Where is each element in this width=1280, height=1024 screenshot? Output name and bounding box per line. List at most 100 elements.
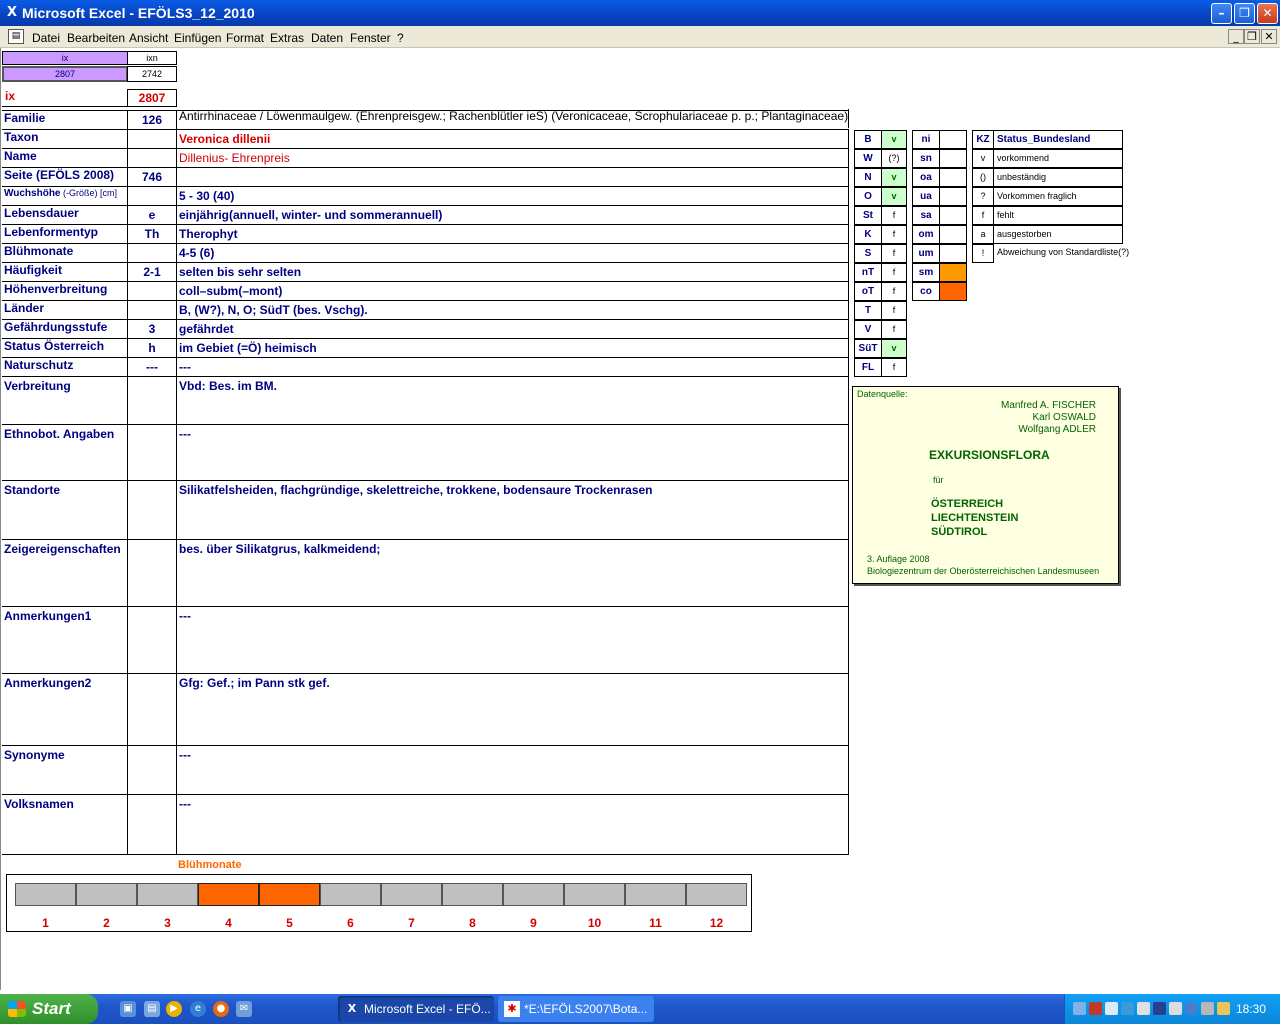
source-textbox[interactable]: Datenquelle: Manfred A. FISCHER Karl OSW…: [852, 386, 1119, 584]
worksheet[interactable]: ix ixn 2807 2742 ix 2807 Familie 126 Antir…: [0, 48, 1280, 990]
text-row-value-cell[interactable]: Silikatfelsheiden, flachgründige, skelet…: [177, 480, 849, 539]
close-button[interactable]: ✕: [1257, 3, 1278, 24]
menu-help[interactable]: ?: [397, 31, 404, 45]
bundesland-status[interactable]: v: [881, 339, 907, 358]
info-icon[interactable]: [1185, 1002, 1198, 1015]
minimize-button[interactable]: –: [1211, 3, 1232, 24]
row-value-cell[interactable]: selten bis sehr selten: [177, 262, 849, 281]
row-value-cell[interactable]: 5 - 30 (40): [177, 186, 849, 205]
text-row-code-cell[interactable]: [127, 539, 177, 606]
show-desktop-icon[interactable]: ▣: [120, 1001, 136, 1017]
row-value-cell[interactable]: im Gebiet (=Ö) heimisch: [177, 338, 849, 357]
security-icon[interactable]: [1089, 1002, 1102, 1015]
text-row-value-cell[interactable]: ---: [177, 794, 849, 854]
month-bar[interactable]: [320, 883, 381, 906]
hoehen-marker[interactable]: [939, 187, 967, 206]
text-row-value-cell[interactable]: ---: [177, 424, 849, 480]
menu-fenster[interactable]: Fenster: [350, 31, 391, 45]
media-player-icon[interactable]: ▶: [166, 1001, 182, 1017]
bundesland-status[interactable]: f: [881, 320, 907, 339]
row-code-cell[interactable]: [127, 129, 177, 148]
doc-close-button[interactable]: ✕: [1261, 29, 1277, 44]
text-row-code-cell[interactable]: [127, 376, 177, 424]
row-code-cell[interactable]: [127, 281, 177, 300]
row-code-cell[interactable]: [127, 300, 177, 319]
month-bar[interactable]: [137, 883, 198, 906]
bundesland-status[interactable]: v: [881, 168, 907, 187]
menu-einfuegen[interactable]: Einfügen: [174, 31, 221, 45]
row-value-cell[interactable]: ---: [177, 357, 849, 376]
ixn-header-cell[interactable]: ixn: [127, 51, 177, 65]
row-value-cell[interactable]: Therophyt: [177, 224, 849, 243]
month-bar[interactable]: [442, 883, 503, 906]
explorer-icon[interactable]: ▤: [144, 1001, 160, 1017]
month-bar[interactable]: [76, 883, 137, 906]
month-bar[interactable]: [564, 883, 625, 906]
printer-icon[interactable]: [1201, 1002, 1214, 1015]
hoehen-marker[interactable]: [939, 206, 967, 225]
bundesland-status[interactable]: f: [881, 225, 907, 244]
menu-bearbeiten[interactable]: Bearbeiten: [67, 31, 125, 45]
menu-daten[interactable]: Daten: [311, 31, 343, 45]
text-row-code-cell[interactable]: [127, 606, 177, 673]
month-bar[interactable]: [381, 883, 442, 906]
menu-ansicht[interactable]: Ansicht: [129, 31, 168, 45]
row-value-cell[interactable]: Dillenius- Ehrenpreis: [177, 148, 849, 167]
month-bar[interactable]: [625, 883, 686, 906]
bluehmonate-chart[interactable]: 1 2 3 4 5 6 7 8 9 10 11 12: [6, 874, 752, 932]
month-bar[interactable]: [15, 883, 76, 906]
row-code-cell[interactable]: 746: [127, 167, 177, 186]
text-row-code-cell[interactable]: [127, 480, 177, 539]
row-code-cell[interactable]: ---: [127, 357, 177, 376]
title-bar[interactable]: X Microsoft Excel - EFÖLS3_12_2010 – ❐ ✕: [0, 0, 1280, 26]
start-button[interactable]: Start: [0, 994, 98, 1024]
row-value-cell[interactable]: einjährig(annuell, winter- und sommerann…: [177, 205, 849, 224]
hoehen-marker[interactable]: [939, 130, 967, 149]
text-row-value-cell[interactable]: bes. über Silikatgrus, kalkmeidend;: [177, 539, 849, 606]
hoehen-marker[interactable]: [939, 225, 967, 244]
bundesland-status[interactable]: v: [881, 130, 907, 149]
row-value-cell[interactable]: gefährdet: [177, 319, 849, 338]
row-code-cell[interactable]: 2-1: [127, 262, 177, 281]
menu-datei[interactable]: Datei: [32, 31, 60, 45]
row-value-cell[interactable]: 4-5 (6): [177, 243, 849, 262]
month-bar[interactable]: [686, 883, 747, 906]
firefox-icon[interactable]: ●: [213, 1001, 229, 1017]
doc-minimize-button[interactable]: _: [1228, 29, 1244, 44]
mail-icon[interactable]: ✉: [236, 1001, 252, 1017]
row-value-cell[interactable]: [177, 167, 849, 186]
bundesland-status[interactable]: f: [881, 244, 907, 263]
shield-icon[interactable]: [1153, 1002, 1166, 1015]
row-value-cell[interactable]: Veronica dillenii: [177, 129, 849, 148]
text-row-code-cell[interactable]: [127, 794, 177, 854]
restore-button[interactable]: ❐: [1234, 3, 1255, 24]
taskbar-item-document[interactable]: ✱ *E:\EFÖLS2007\Bota...: [498, 996, 654, 1022]
text-row-value-cell[interactable]: ---: [177, 745, 849, 794]
row-code-cell[interactable]: 3: [127, 319, 177, 338]
search-icon[interactable]: [1105, 1002, 1118, 1015]
row-value-cell[interactable]: Antirrhinaceae / Löwenmaulgew. (Ehrenpre…: [177, 109, 849, 128]
hoehen-marker[interactable]: [939, 263, 967, 282]
network-icon[interactable]: [1073, 1002, 1086, 1015]
bundesland-status[interactable]: v: [881, 187, 907, 206]
bundesland-status[interactable]: f: [881, 206, 907, 225]
hoehen-marker[interactable]: [939, 282, 967, 301]
ix-value-cell[interactable]: 2807: [2, 66, 128, 82]
month-bar[interactable]: [259, 883, 320, 906]
text-row-code-cell[interactable]: [127, 673, 177, 745]
month-bar[interactable]: [198, 883, 259, 906]
workbook-icon[interactable]: ▤: [8, 29, 24, 44]
ixn-value-cell[interactable]: 2742: [127, 66, 177, 82]
menu-extras[interactable]: Extras: [270, 31, 304, 45]
text-row-code-cell[interactable]: [127, 745, 177, 794]
text-row-value-cell[interactable]: Gfg: Gef.; im Pann stk gef.: [177, 673, 849, 745]
row-code-cell[interactable]: Th: [127, 224, 177, 243]
bluetooth-icon[interactable]: [1121, 1002, 1134, 1015]
safely-remove-icon[interactable]: [1137, 1002, 1150, 1015]
internet-explorer-icon[interactable]: e: [190, 1001, 206, 1017]
row-value-cell[interactable]: coll–subm(–mont): [177, 281, 849, 300]
text-row-value-cell[interactable]: Vbd: Bes. im BM.: [177, 376, 849, 424]
ix-big-value[interactable]: 2807: [127, 89, 177, 107]
bundesland-status[interactable]: f: [881, 282, 907, 301]
bundesland-status[interactable]: f: [881, 263, 907, 282]
